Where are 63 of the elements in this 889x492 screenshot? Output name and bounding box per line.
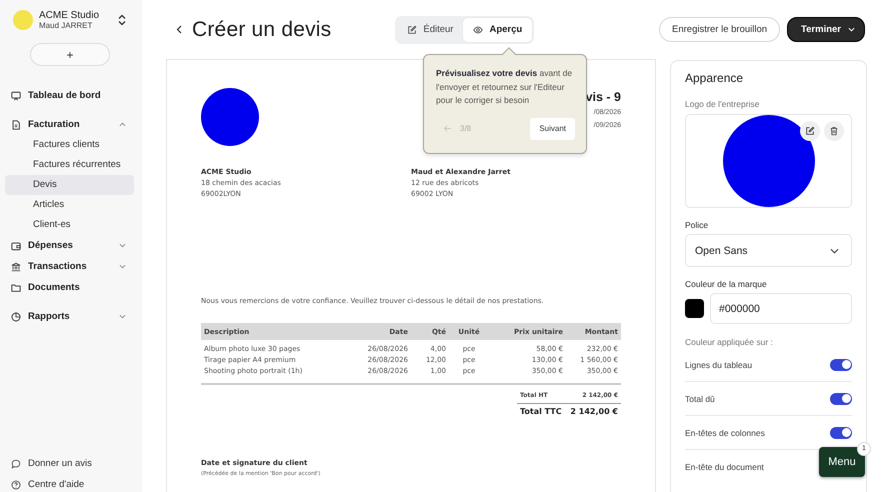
section-label: Couleur appliquée sur : [685, 337, 774, 348]
nav-item[interactable]: Transactions [5, 256, 134, 277]
view-tab[interactable]: Éditeur [397, 18, 464, 42]
chevron-icon [830, 248, 839, 254]
organization-name: ACME Studio [39, 10, 100, 20]
folder-icon [11, 282, 21, 292]
user-name: Maud JARRET [39, 20, 94, 30]
quote-title: vis - 9 [586, 89, 621, 106]
nav-item[interactable]: Facturation [5, 114, 134, 135]
logo-upload[interactable] [685, 114, 852, 208]
company-logo [201, 88, 259, 146]
nav-item[interactable]: Documents [5, 277, 134, 298]
color-input[interactable]: #000000 [710, 293, 852, 324]
edit-icon [407, 24, 418, 34]
document-icon [11, 120, 21, 130]
color-swatch[interactable] [685, 299, 704, 318]
toggle-label: En-tête du document [685, 462, 764, 472]
field-label: Logo de l'entreprise [685, 99, 760, 110]
toggle-label: Total dû [685, 394, 715, 404]
toggle-label: Lignes du tableau [685, 360, 752, 370]
nav-item[interactable]: Rapports [5, 306, 134, 327]
panel-title: Apparence [685, 70, 744, 86]
help-icon [11, 480, 21, 490]
toggle-label: En-têtes de colonnes [685, 428, 765, 438]
eye-icon [473, 24, 484, 34]
field-label: Couleur de la marque [685, 279, 768, 290]
view-tab[interactable]: Aperçu [463, 18, 532, 42]
nav-subitem[interactable]: Articles [5, 195, 134, 215]
nav-item[interactable]: Dépenses [5, 235, 134, 256]
nav-item[interactable]: Tableau de bord [5, 85, 134, 106]
save-draft-button[interactable]: Enregistrer le brouillon [659, 17, 780, 42]
tooltip-text: Prévisualisez votre devis avant de l'envoyer et retournez sur l'Editeur pour le corriger si besoin [436, 67, 574, 107]
toggle-switch[interactable] [830, 392, 852, 404]
avatar-icon [13, 10, 33, 30]
caret-icon [848, 27, 855, 32]
step-counter: 3/8 [460, 124, 472, 133]
back-icon[interactable] [176, 25, 182, 34]
delete-button[interactable] [824, 121, 844, 141]
next-button[interactable]: Suivant [530, 118, 575, 140]
pie-chart-icon [11, 312, 21, 322]
chat-icon [11, 458, 21, 468]
nav-subitem[interactable]: Factures récurrentes [5, 155, 134, 175]
finish-button[interactable]: Terminer [787, 17, 865, 42]
toggle-switch[interactable] [830, 426, 852, 438]
nav-subitem[interactable]: Factures clients [5, 135, 134, 155]
page-title: Créer un devis [192, 18, 332, 42]
edit-button[interactable] [800, 121, 820, 141]
help-link[interactable]: Centre d'aide [5, 479, 134, 490]
total-value: 2 142,00 € [570, 407, 618, 416]
total-label: Total TTC [520, 407, 562, 416]
nav-subitem[interactable]: Devis [5, 175, 134, 195]
add-button[interactable]: + [30, 43, 110, 66]
switch-icon[interactable] [118, 14, 126, 26]
nav-subitem[interactable]: Client-es [5, 215, 134, 235]
help-link[interactable]: Donner un avis [5, 458, 134, 469]
presentation-icon [11, 90, 21, 100]
wallet-icon [11, 240, 21, 250]
font-select[interactable]: Open Sans [685, 234, 852, 267]
edit-icon [805, 126, 815, 136]
field-label: Police [685, 220, 710, 231]
toggle-switch[interactable] [830, 358, 852, 370]
trash-icon [829, 126, 839, 136]
bank-icon [11, 262, 21, 272]
